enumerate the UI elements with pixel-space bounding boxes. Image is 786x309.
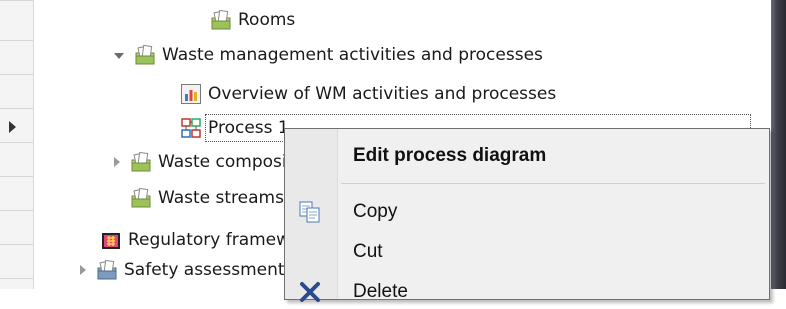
regulatory-icon [102,233,120,249]
folder-pages-icon [211,9,231,30]
gutter-divider [0,278,33,279]
gutter-divider [0,40,33,41]
tree-item-label: Waste streams [158,188,284,208]
menu-item-copy[interactable]: Copy [285,195,769,229]
menu-item-cut[interactable]: Cut [285,235,769,269]
menu-item-label: Delete [353,281,408,302]
menu-item-label: Copy [353,201,398,222]
copy-icon [299,201,320,223]
menu-item-edit-process-diagram[interactable]: Edit process diagram [285,139,769,173]
folder-pages-icon [131,151,151,172]
row-selector-gutter [0,0,34,289]
tree-item-overview[interactable]: Overview of WM activities and processes [180,80,556,108]
folder-pages-icon [131,187,151,208]
menu-item-label: Edit process diagram [353,145,547,166]
folder-pages-icon [97,259,117,280]
context-menu: Edit process diagram Copy Cut Delete [284,128,770,302]
current-row-indicator-icon [9,121,16,133]
tree-item-rooms[interactable]: Rooms [210,6,295,34]
gutter-divider [0,244,33,245]
folder-pages-icon [135,44,155,65]
gutter-divider [0,176,33,177]
gutter-divider [0,108,33,109]
collapsed-chevron-icon[interactable] [114,157,120,167]
gutter-divider [0,210,33,211]
tree-item-label: Safety assessment [124,260,285,280]
gutter-divider [0,142,33,143]
bar-chart-icon [181,84,201,104]
process-diagram-icon [181,118,201,138]
expanded-chevron-icon[interactable] [114,53,124,59]
collapsed-chevron-icon[interactable] [80,265,86,275]
menu-item-delete[interactable]: Delete [285,275,769,309]
menu-separator [341,183,765,184]
tree-item-label: Overview of WM activities and processes [208,84,557,104]
delete-icon [300,282,320,302]
tree-item-waste-streams[interactable]: Waste streams [130,184,284,212]
gutter-divider [0,0,33,1]
splitter-bar[interactable] [771,0,786,289]
menu-item-label: Cut [353,241,383,262]
tree-item-waste-management[interactable]: Waste management activities and processe… [114,41,543,69]
tree-item-label: Waste management activities and processe… [162,45,543,65]
tree-item-safety-assessment[interactable]: Safety assessment [80,256,285,284]
tree-item-label: Rooms [238,10,296,30]
gutter-divider [0,74,33,75]
